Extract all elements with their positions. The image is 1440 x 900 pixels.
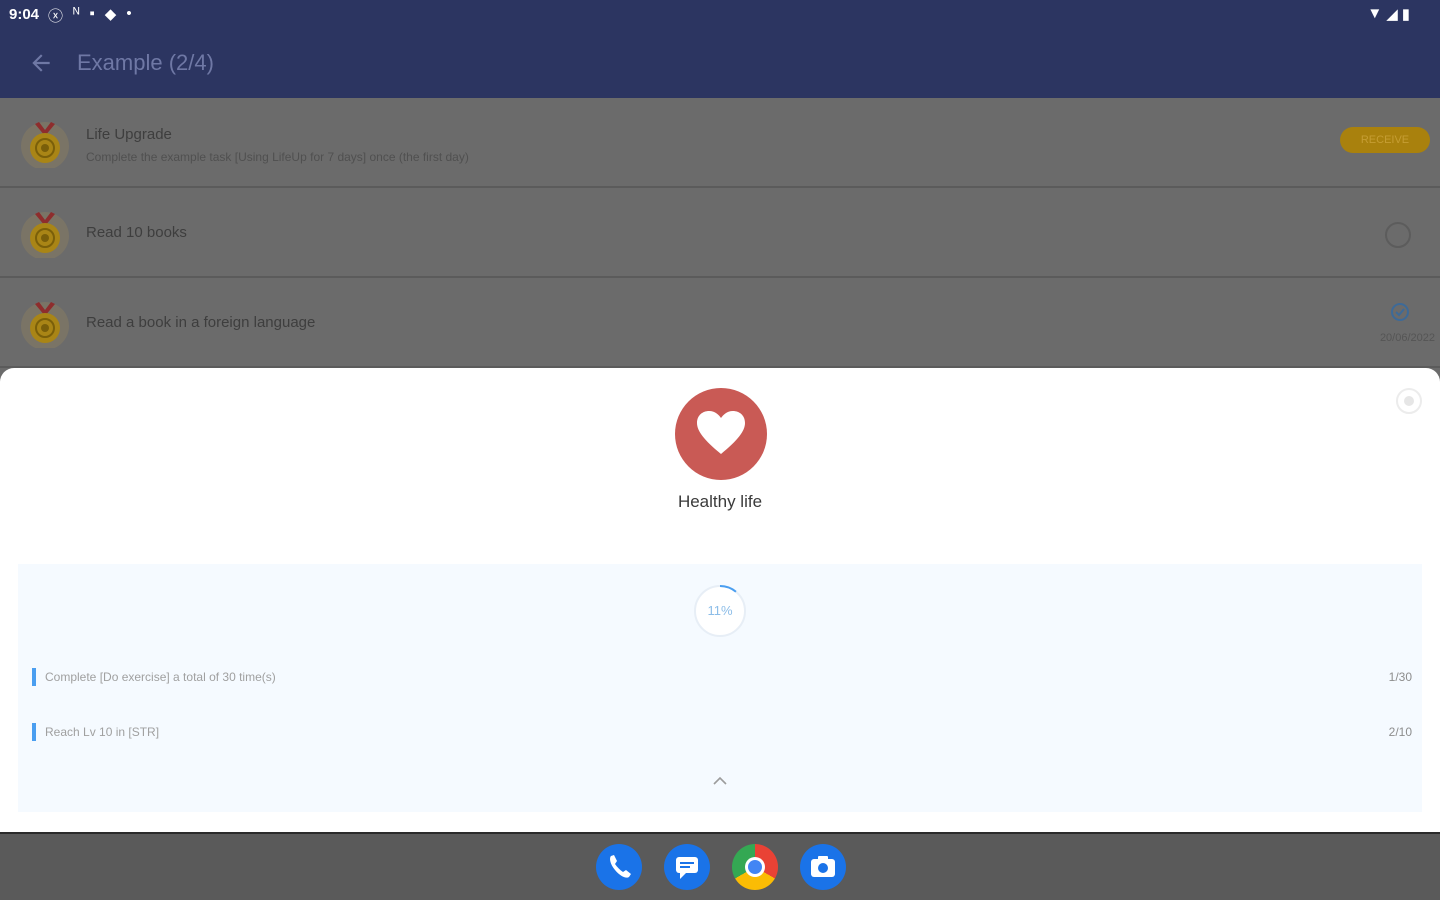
list-item[interactable]: Life Upgrade Complete the example task [… <box>0 98 1440 188</box>
status-icon-4: ◆ <box>104 6 117 23</box>
medal-icon <box>21 122 69 168</box>
chrome-icon[interactable] <box>732 844 778 890</box>
achievement-name: Read 10 books <box>86 224 187 241</box>
camera-icon[interactable] <box>800 844 846 890</box>
task-row: Reach Lv 10 in [STR] 2/10 <box>32 723 1412 741</box>
medal-icon <box>21 212 69 258</box>
arrow-left-icon[interactable] <box>28 50 54 76</box>
battery-icon: ▮ <box>1401 6 1410 23</box>
achievement-description: Complete the example task [Using LifeUp … <box>86 150 469 164</box>
status-time: 9:04 <box>9 6 40 23</box>
task-label: Reach Lv 10 in [STR] <box>45 725 160 739</box>
task-count: 1/30 <box>1388 670 1412 684</box>
app-bar: Example (2/4) <box>0 30 1440 98</box>
app-dock <box>596 844 846 890</box>
heart-icon <box>697 411 745 454</box>
category-title: Healthy life <box>677 492 763 511</box>
task-row: Complete [Do exercise] a total of 30 tim… <box>32 668 1412 686</box>
phone-icon[interactable] <box>596 844 642 890</box>
messages-icon[interactable] <box>664 844 710 890</box>
status-left-icons: ⓧ ᴺ ▪ ◆ • <box>48 5 132 26</box>
medal-icon <box>21 302 69 348</box>
task-label: Complete [Do exercise] a total of 30 tim… <box>45 670 276 684</box>
receive-button[interactable]: RECEIVE <box>1340 127 1430 153</box>
status-icon-2: ᴺ <box>73 5 80 22</box>
progress-ring: 11% <box>693 584 747 638</box>
record-icon[interactable] <box>1396 388 1422 414</box>
category-badge <box>675 388 767 480</box>
navigation-bar <box>0 832 1440 900</box>
task-indicator <box>32 668 36 686</box>
check-circle-icon <box>1391 303 1409 321</box>
status-circle-icon <box>1385 222 1411 248</box>
achievement-name: Life Upgrade <box>86 126 172 143</box>
category-sheet: Healthy life 11% Complete [Do exercise] … <box>0 368 1440 832</box>
list-item[interactable]: Read a book in a foreign language 20/06/… <box>0 278 1440 368</box>
chevron-up-icon[interactable] <box>710 772 730 788</box>
signal-icon: ◢ <box>1386 6 1398 23</box>
achievement-name: Read a book in a foreign language <box>86 314 316 331</box>
progress-percent: 11% <box>707 603 733 618</box>
page-title: Example (2/4) <box>77 50 214 75</box>
achievement-list: Life Upgrade Complete the example task [… <box>0 98 1440 368</box>
status-bar: 9:04 ⓧ ᴺ ▪ ◆ • ▼ ◢ ▮ <box>0 0 1440 30</box>
wifi-icon: ▼ <box>1367 5 1383 22</box>
list-item[interactable]: Read 10 books <box>0 188 1440 278</box>
completed-date: 20/06/2022 <box>1379 332 1435 344</box>
task-indicator <box>32 723 36 741</box>
status-icon-5: • <box>126 5 132 22</box>
status-right-icons: ▼ ◢ ▮ <box>1367 5 1410 23</box>
progress-panel: 11% Complete [Do exercise] a total of 30… <box>18 564 1422 812</box>
task-count: 2/10 <box>1388 725 1412 739</box>
status-icon-3: ▪ <box>89 5 95 22</box>
status-icon-1: ⓧ <box>48 8 64 25</box>
